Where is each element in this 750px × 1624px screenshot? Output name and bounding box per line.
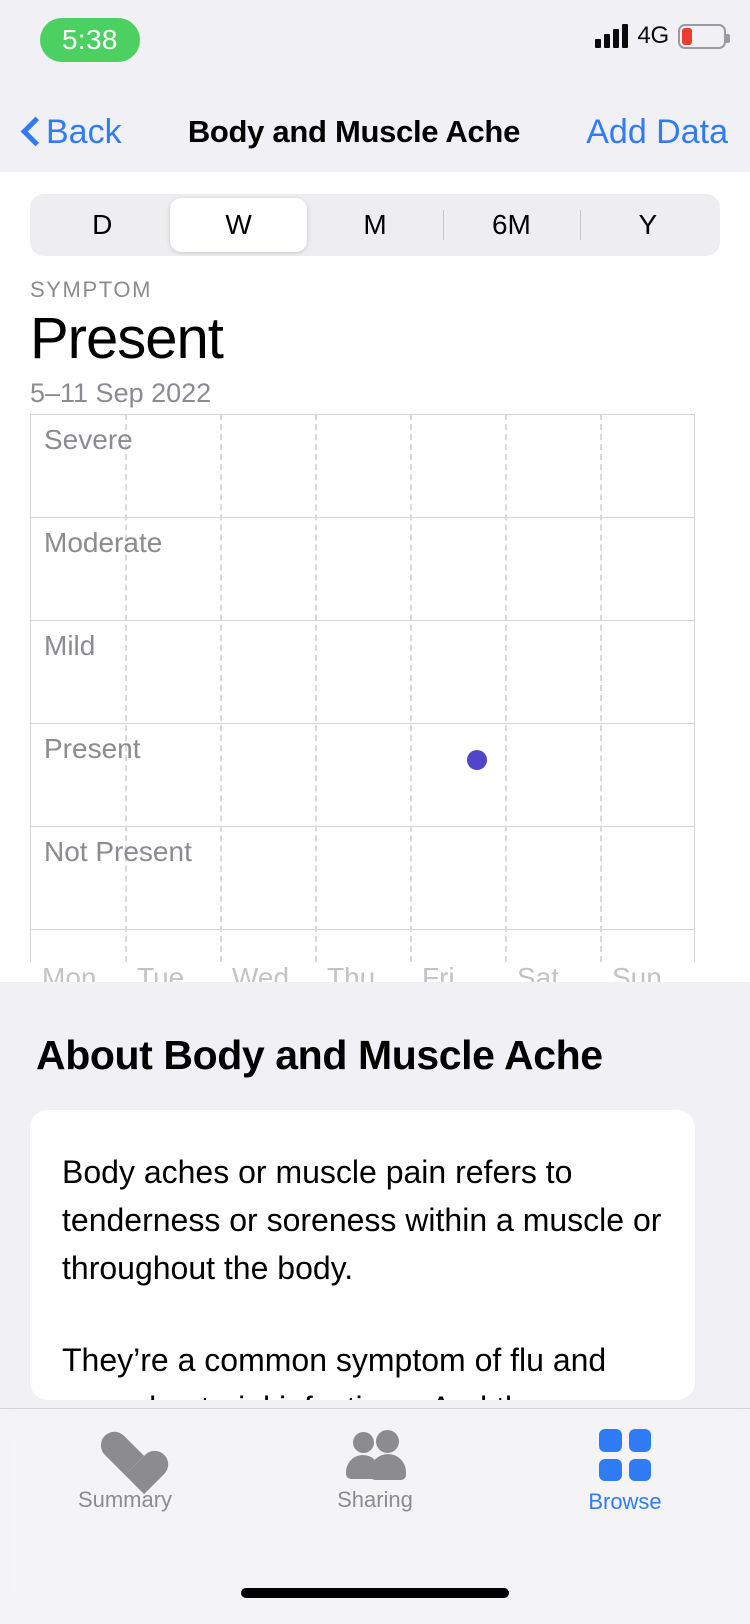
battery-icon [678, 23, 730, 49]
people-icon [343, 1429, 407, 1480]
tab-summary-label: Summary [77, 1487, 173, 1512]
status-indicators: 4G [595, 22, 730, 50]
chart-date-range: 5–11 Sep 2022 [30, 377, 212, 408]
segment-week[interactable]: W [170, 198, 307, 252]
y-axis-label-moderate: Moderate [44, 527, 163, 558]
app-screen: 5:38 4G Back Body and Muscle Ache Add Da… [0, 0, 750, 1624]
chevron-left-icon [22, 118, 38, 146]
status-time-pill: 5:38 [40, 18, 140, 62]
network-type-label: 4G [637, 22, 669, 49]
chart-panel: D W M 6M Y SYMPTOM Present 5–11 Sep 2022 [0, 172, 750, 993]
chart-gridlines [30, 414, 695, 962]
chart-data-point[interactable] [467, 750, 487, 770]
y-axis-label-severe: Severe [44, 424, 133, 455]
y-axis-label-present: Present [44, 733, 141, 764]
time-range-segmented-control[interactable]: D W M 6M Y [30, 194, 720, 256]
tab-sharing[interactable]: Sharing [250, 1429, 500, 1559]
about-card[interactable]: Body aches or muscle pain refers to tend… [30, 1110, 695, 1400]
tab-bar: Summary Sharing Browse [0, 1408, 750, 1624]
chart-kicker-label: SYMPTOM [30, 277, 153, 302]
segment-year[interactable]: Y [579, 198, 716, 252]
about-paragraph-1: Body aches or muscle pain refers to tend… [62, 1154, 662, 1286]
symptom-chart[interactable]: Severe Moderate Mild Present Not Present [30, 414, 695, 962]
y-axis-label-not-present: Not Present [44, 836, 192, 867]
chart-value-title: Present [30, 306, 224, 371]
tab-sharing-label: Sharing [337, 1487, 413, 1512]
chart-header: SYMPTOM Present 5–11 Sep 2022 [30, 277, 224, 409]
home-indicator[interactable] [241, 1588, 509, 1598]
segment-day[interactable]: D [34, 198, 170, 252]
navigation-bar: Back Body and Muscle Ache Add Data [0, 92, 750, 172]
segment-month[interactable]: M [307, 198, 443, 252]
segment-six-month[interactable]: 6M [443, 198, 579, 252]
tab-summary[interactable]: Summary [0, 1429, 250, 1559]
back-button[interactable]: Back [22, 113, 122, 152]
tab-browse-label: Browse [588, 1489, 662, 1514]
about-heading: About Body and Muscle Ache [36, 1032, 603, 1078]
back-button-label: Back [46, 112, 122, 151]
add-data-button[interactable]: Add Data [586, 113, 728, 152]
page-title: Body and Muscle Ache [187, 114, 521, 149]
y-axis-label-mild: Mild [44, 630, 96, 661]
cellular-signal-icon [595, 24, 629, 48]
grid-icon [599, 1429, 651, 1481]
tab-browse[interactable]: Browse [500, 1429, 750, 1559]
status-bar: 5:38 4G [0, 0, 750, 92]
heart-icon [98, 1429, 152, 1479]
about-paragraph-2: They’re a common symptom of flu and some… [62, 1342, 607, 1400]
